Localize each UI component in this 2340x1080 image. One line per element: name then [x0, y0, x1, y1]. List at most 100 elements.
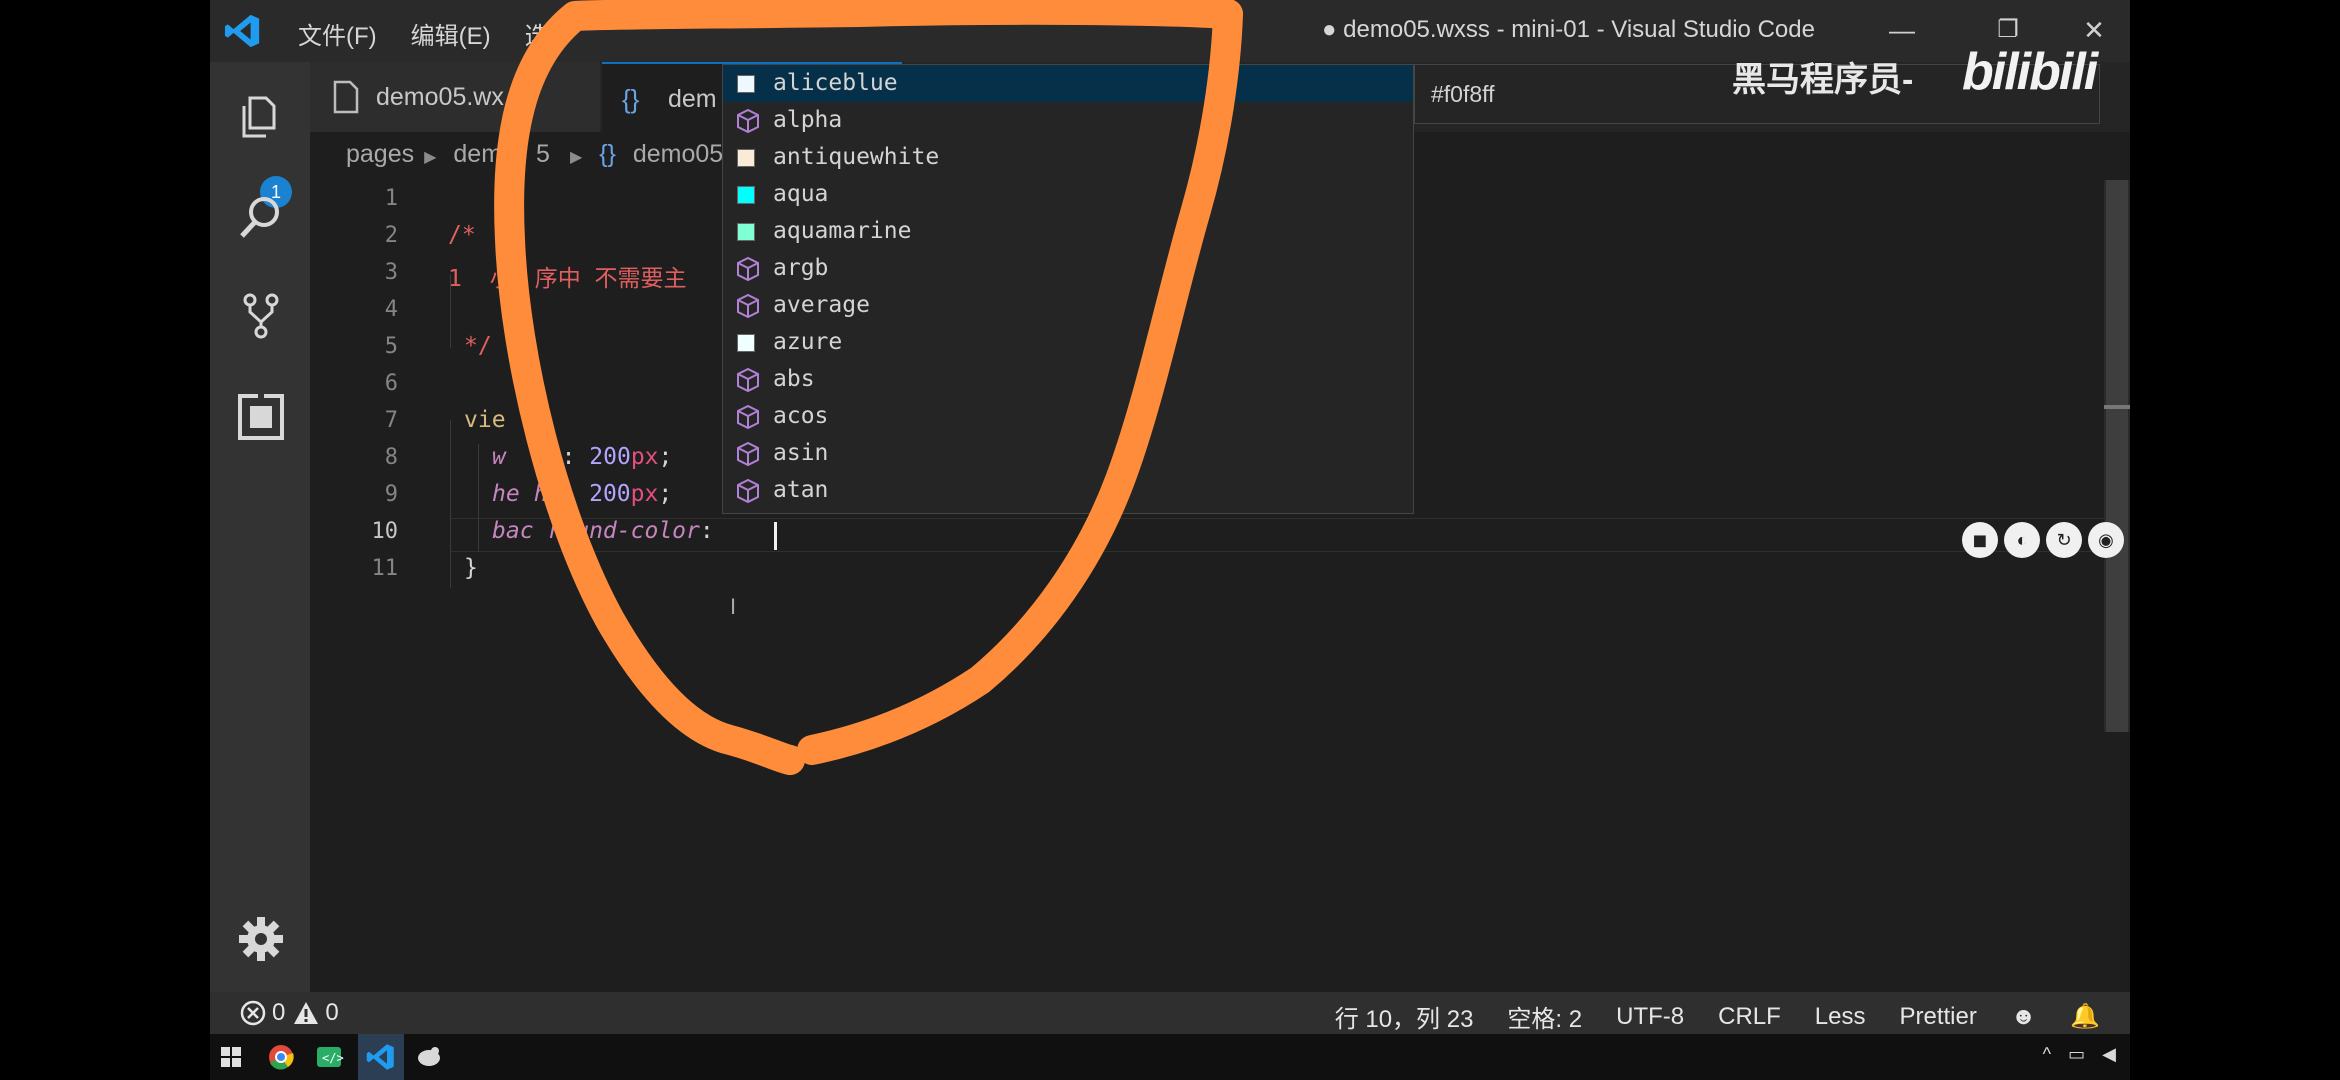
end-of-line[interactable]: CRLF [1718, 1003, 1781, 1031]
suggest-item[interactable]: atan [723, 472, 1413, 509]
vscode-logo-icon [224, 14, 260, 48]
minimize-button[interactable]: — [1882, 12, 1922, 48]
current-line-highlight [450, 518, 2122, 552]
code-line-2: /* [448, 222, 476, 248]
tray-network-icon[interactable]: ▭ [2068, 1044, 2085, 1064]
cursor-position[interactable]: 行 10，列 23 [1335, 999, 1474, 1034]
player-control-icon[interactable]: ◐ [2004, 522, 2040, 558]
tray-volume-icon[interactable]: ◀ [2102, 1044, 2116, 1064]
function-cube-icon [737, 367, 759, 393]
suggest-item[interactable]: argb [723, 250, 1413, 287]
watermark-text: 黑马程序员- [1732, 61, 1914, 99]
breadcrumb-pages[interactable]: pages [346, 140, 414, 168]
color-swatch [737, 149, 755, 167]
code-line-3: 1 小序中 不需要主 [448, 266, 687, 292]
line-number: 9 [384, 482, 398, 507]
code-line-7: vie [464, 407, 506, 433]
smiley-feedback-icon[interactable]: ☻ [2011, 1003, 2036, 1031]
suggest-item[interactable]: average [723, 287, 1413, 324]
function-cube-icon [737, 441, 759, 467]
status-right: 行 10，列 23 空格: 2 UTF-8 CRLF Less Prettier… [1301, 999, 2100, 1034]
warning-count: 0 [325, 999, 339, 1026]
warning-icon [294, 1002, 319, 1024]
vscode-taskbar-icon[interactable] [366, 1042, 396, 1072]
os-taskbar: </> ^ ▭ ◀ [210, 1034, 2130, 1080]
breadcrumb: pages ▶ dem 5 ▶ {} demo05 [346, 140, 733, 169]
settings-gear-icon[interactable] [236, 914, 286, 964]
function-cube-icon [737, 256, 759, 282]
problems-indicator[interactable]: 0 0 [240, 999, 347, 1027]
encoding[interactable]: UTF-8 [1616, 1003, 1684, 1031]
tab-label: demo05.wx [376, 83, 504, 111]
line-number: 11 [371, 556, 399, 581]
chrome-icon[interactable] [266, 1042, 296, 1072]
status-bar: 0 0 行 10，列 23 空格: 2 UTF-8 CRLF Less Pret… [210, 992, 2130, 1034]
menu-file[interactable]: 文件(F) [298, 16, 377, 51]
tab-demo05-wxml[interactable]: demo05.wx [310, 62, 600, 132]
menu-bar: 文件(F) 编辑(E) 选 [298, 16, 583, 51]
line-number: 6 [384, 371, 398, 396]
color-swatch [737, 186, 755, 204]
breadcrumb-demo05[interactable]: dem 5 [453, 140, 560, 168]
suggest-item[interactable]: aliceblue [723, 65, 1413, 102]
css-file-icon: {} [599, 140, 616, 168]
player-control-icon[interactable]: ◉ [2088, 522, 2124, 558]
breadcrumb-file[interactable]: demo05 [633, 140, 723, 168]
suggest-item[interactable]: aqua [723, 176, 1413, 213]
app-taskbar-icon[interactable] [414, 1042, 444, 1072]
bilibili-logo: bilibili [1962, 43, 2098, 101]
color-swatch [737, 223, 755, 241]
formatter[interactable]: Prettier [1899, 1003, 1976, 1031]
code-line-11: } [464, 555, 478, 581]
line-number: 2 [384, 223, 398, 248]
source-control-icon[interactable] [236, 290, 286, 340]
tray-chevron-icon[interactable]: ^ [2043, 1044, 2051, 1064]
color-swatch [737, 334, 755, 352]
line-number: 4 [384, 297, 398, 322]
vscode-window: 文件(F) 编辑(E) 选 ● demo05.wxss - mini-01 - … [210, 0, 2130, 1080]
line-number: 3 [384, 260, 398, 285]
suggest-item[interactable]: aquamarine [723, 213, 1413, 250]
language-mode[interactable]: Less [1815, 1003, 1866, 1031]
text-cursor [774, 522, 777, 550]
menu-selection[interactable]: 选 [525, 16, 549, 51]
activity-bar: 1 [210, 62, 310, 992]
scrollbar-marker [2104, 405, 2130, 409]
wechat-devtools-icon[interactable]: </> [314, 1042, 344, 1072]
player-control-icon[interactable]: ◼ [1962, 522, 1998, 558]
tab-label: dem [668, 85, 717, 113]
suggest-widget[interactable]: aliceblue alpha antiquewhite aqua aquama… [722, 64, 1414, 514]
explorer-icon[interactable] [236, 92, 286, 142]
svg-text:</>: </> [322, 1051, 344, 1065]
suggest-item[interactable]: acos [723, 398, 1413, 435]
line-number: 1 [384, 186, 398, 211]
indent-guide [478, 444, 479, 552]
line-number-active: 10 [371, 519, 399, 544]
file-icon [333, 80, 359, 114]
windows-start-icon[interactable] [216, 1042, 246, 1072]
chevron-right-icon: ▶ [569, 149, 583, 166]
bell-notification-icon[interactable]: 🔔 [2070, 1002, 2100, 1031]
scrollbar-thumb[interactable] [2106, 180, 2128, 732]
chevron-right-icon: ▶ [424, 149, 437, 166]
extensions-icon[interactable] [236, 392, 286, 442]
code-line-8: w th: 200px; [492, 444, 673, 470]
suggest-item[interactable]: azure [723, 324, 1413, 361]
menu-edit[interactable]: 编辑(E) [411, 16, 491, 51]
code-line-5: */ [464, 333, 492, 359]
suggest-item[interactable]: abs [723, 361, 1413, 398]
css-file-icon: {} [622, 84, 640, 114]
error-count: 0 [272, 999, 286, 1026]
line-number: 7 [384, 408, 398, 433]
search-icon[interactable] [236, 192, 286, 242]
player-control-icon[interactable]: ↻ [2046, 522, 2082, 558]
color-swatch [737, 75, 755, 93]
indent-guide [450, 274, 451, 348]
code-line-9: he ht: 200px; [492, 481, 673, 507]
suggest-item[interactable]: asin [723, 435, 1413, 472]
suggest-item[interactable]: alpha [723, 102, 1413, 139]
error-icon [240, 1000, 266, 1026]
system-tray: ^ ▭ ◀ [2031, 1044, 2116, 1065]
indentation[interactable]: 空格: 2 [1507, 999, 1582, 1034]
suggest-item[interactable]: antiquewhite [723, 139, 1413, 176]
